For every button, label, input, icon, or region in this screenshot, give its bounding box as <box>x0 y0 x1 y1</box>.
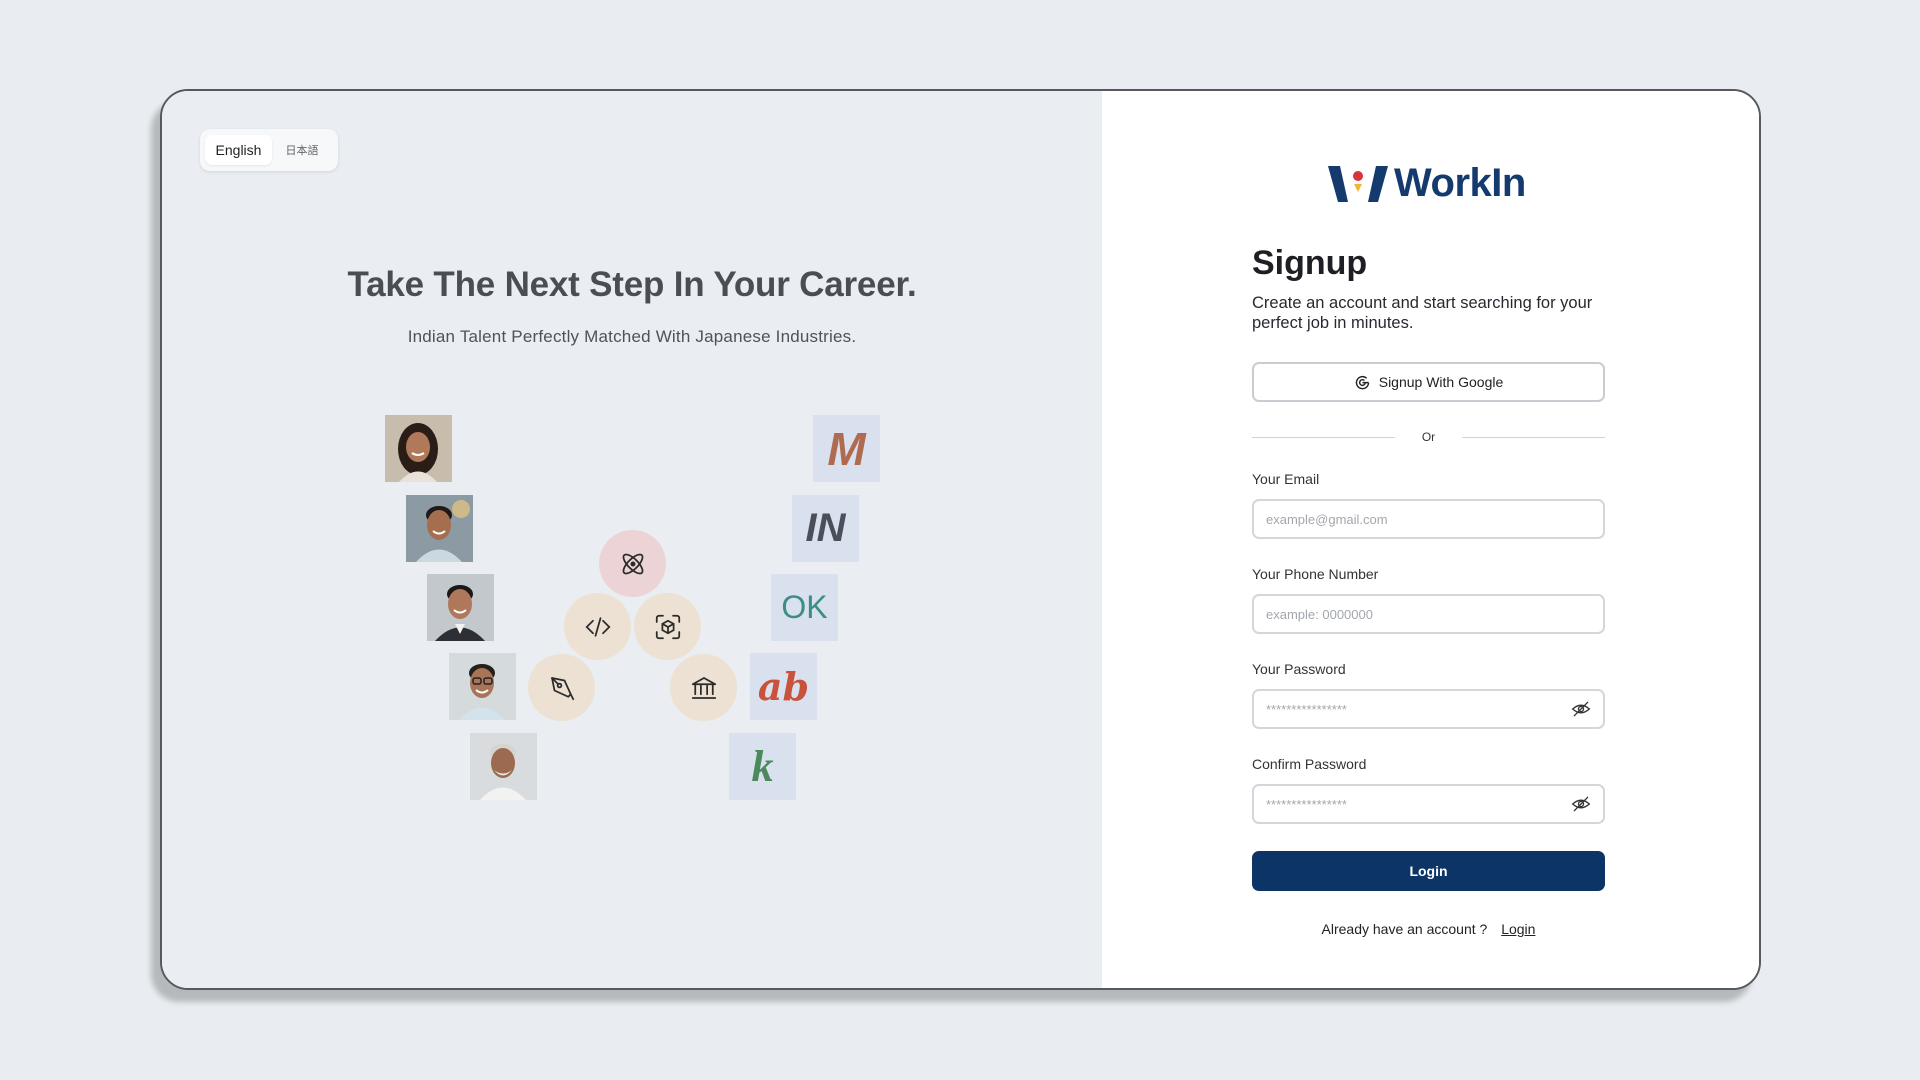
email-label: Your Email <box>1252 471 1320 487</box>
cube-scan-icon <box>634 593 701 660</box>
code-icon <box>564 593 631 660</box>
brand-name: WorkIn <box>1394 161 1526 205</box>
bank-icon <box>670 654 737 721</box>
or-divider: Or <box>1252 430 1605 444</box>
eye-off-icon[interactable] <box>1571 794 1591 814</box>
avatar-man-smiling <box>406 495 473 562</box>
already-account-text: Already have an account ? <box>1321 921 1488 937</box>
pen-tool-icon <box>528 654 595 721</box>
avatar-woman <box>385 415 452 482</box>
workin-logo-icon <box>1328 165 1388 202</box>
phone-field-wrapper <box>1252 594 1605 634</box>
already-account-row: Already have an account ? Login <box>1252 921 1605 937</box>
company-logo-tile: ab <box>750 653 817 720</box>
eye-off-icon[interactable] <box>1571 699 1591 719</box>
email-field[interactable] <box>1266 501 1591 537</box>
login-link[interactable]: Login <box>1501 921 1535 937</box>
email-field-wrapper <box>1252 499 1605 539</box>
hero-panel: English 日本語 Take The Next Step In Your C… <box>162 91 1102 988</box>
password-label: Your Password <box>1252 661 1346 677</box>
or-text: Or <box>1421 430 1436 444</box>
signup-window: English 日本語 Take The Next Step In Your C… <box>160 89 1761 990</box>
signup-google-label: Signup With Google <box>1378 374 1504 390</box>
confirm-password-label: Confirm Password <box>1252 756 1367 772</box>
password-field-wrapper <box>1252 689 1605 729</box>
google-icon <box>1355 375 1369 389</box>
avatar-man-suit <box>427 574 494 641</box>
workin-logo: WorkIn <box>1326 161 1526 206</box>
signup-form: Signup Create an account and start searc… <box>1252 244 1605 937</box>
company-logo-tile: M <box>813 415 880 482</box>
signup-panel: WorkIn Signup Create an account and star… <box>1102 91 1759 988</box>
atom-icon <box>599 530 666 597</box>
divider-line <box>1252 436 1395 438</box>
signup-description: Create an account and start searching fo… <box>1252 294 1593 332</box>
language-japanese-button[interactable]: 日本語 <box>272 135 332 165</box>
submit-button[interactable]: Login <box>1252 851 1605 891</box>
divider-line <box>1462 436 1605 438</box>
company-logo-tile: IN <box>792 495 859 562</box>
company-logo-tile: OK <box>771 574 838 641</box>
confirm-password-field[interactable] <box>1266 786 1571 822</box>
language-switcher: English 日本語 <box>200 129 338 171</box>
hero-subline: Indian Talent Perfectly Matched With Jap… <box>407 327 857 346</box>
signup-title: Signup <box>1252 244 1368 282</box>
confirm-password-field-wrapper <box>1252 784 1605 824</box>
password-field[interactable] <box>1266 691 1571 727</box>
phone-field[interactable] <box>1266 596 1591 632</box>
hero-headline: Take The Next Step In Your Career. <box>347 265 917 304</box>
avatar-man-glasses <box>449 653 516 720</box>
phone-label: Your Phone Number <box>1252 566 1379 582</box>
language-english-button[interactable]: English <box>205 135 272 165</box>
company-logo-tile: k <box>729 733 796 800</box>
avatar-older-man <box>470 733 537 800</box>
signup-google-button[interactable]: Signup With Google <box>1252 362 1605 402</box>
